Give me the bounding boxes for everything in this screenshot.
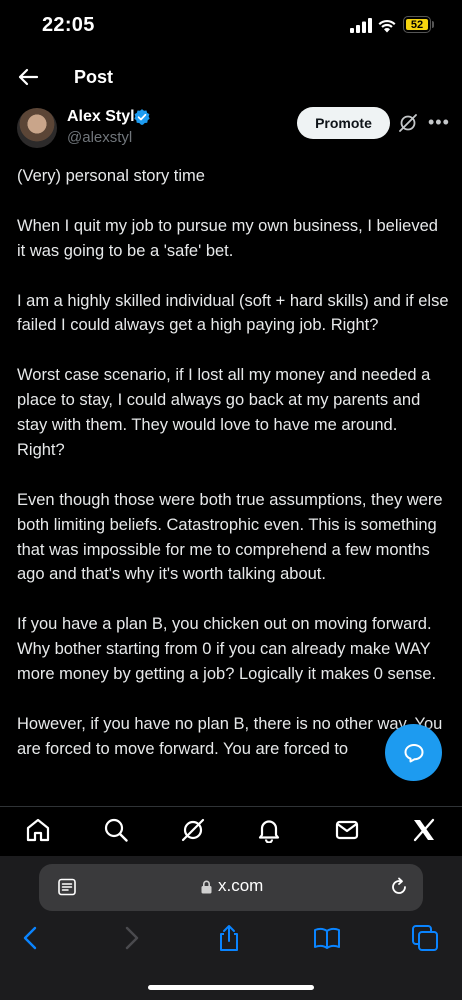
avatar[interactable]	[17, 108, 57, 148]
bottom-nav	[0, 806, 462, 857]
post-paragraph: Even though those were both true assumpt…	[17, 490, 443, 584]
browser-back-icon[interactable]	[17, 924, 45, 952]
promote-button[interactable]: Promote	[297, 107, 390, 139]
bookmarks-icon[interactable]	[313, 924, 341, 952]
home-indicator	[148, 985, 314, 990]
post-paragraph: (Very) personal story time	[17, 167, 205, 185]
author-handle[interactable]: @alexstyl	[67, 129, 132, 146]
back-arrow-icon[interactable]	[17, 66, 39, 88]
author-name[interactable]: Alex Styl	[67, 108, 135, 126]
notifications-icon[interactable]	[256, 817, 282, 843]
share-icon[interactable]	[215, 924, 243, 952]
battery-nub	[432, 21, 434, 28]
home-icon[interactable]	[25, 817, 51, 843]
more-options-icon[interactable]: •••	[428, 112, 450, 133]
tabs-icon[interactable]	[411, 924, 439, 952]
lock-icon	[201, 880, 212, 894]
url-text[interactable]: x.com	[218, 876, 263, 896]
messages-icon[interactable]	[334, 817, 360, 843]
post-paragraph: If you have a plan B, you chicken out on…	[17, 615, 437, 684]
wifi-icon	[378, 19, 396, 33]
reader-mode-icon[interactable]	[58, 878, 76, 896]
reload-icon[interactable]	[389, 877, 409, 897]
reply-fab-button[interactable]	[385, 724, 442, 781]
search-icon[interactable]	[103, 817, 129, 843]
browser-forward-icon[interactable]	[117, 924, 145, 952]
x-logo-icon[interactable]	[411, 817, 437, 843]
reply-bubble-icon	[404, 743, 423, 762]
grok-icon[interactable]	[398, 113, 418, 133]
page-title: Post	[74, 67, 114, 87]
battery-icon: 52	[403, 16, 431, 33]
post-paragraph: When I quit my job to pursue my own busi…	[17, 216, 438, 260]
verified-badge-icon	[134, 109, 150, 125]
post-paragraph: I am a highly skilled individual (soft +…	[17, 291, 449, 335]
post-paragraph: Worst case scenario, if I lost all my mo…	[17, 366, 431, 459]
cellular-signal-icon	[350, 18, 372, 33]
grok-icon[interactable]	[180, 817, 206, 843]
post-text: (Very) personal story time When I quit m…	[17, 164, 449, 787]
status-time: 22:05	[42, 14, 95, 36]
battery-level: 52	[406, 19, 428, 31]
